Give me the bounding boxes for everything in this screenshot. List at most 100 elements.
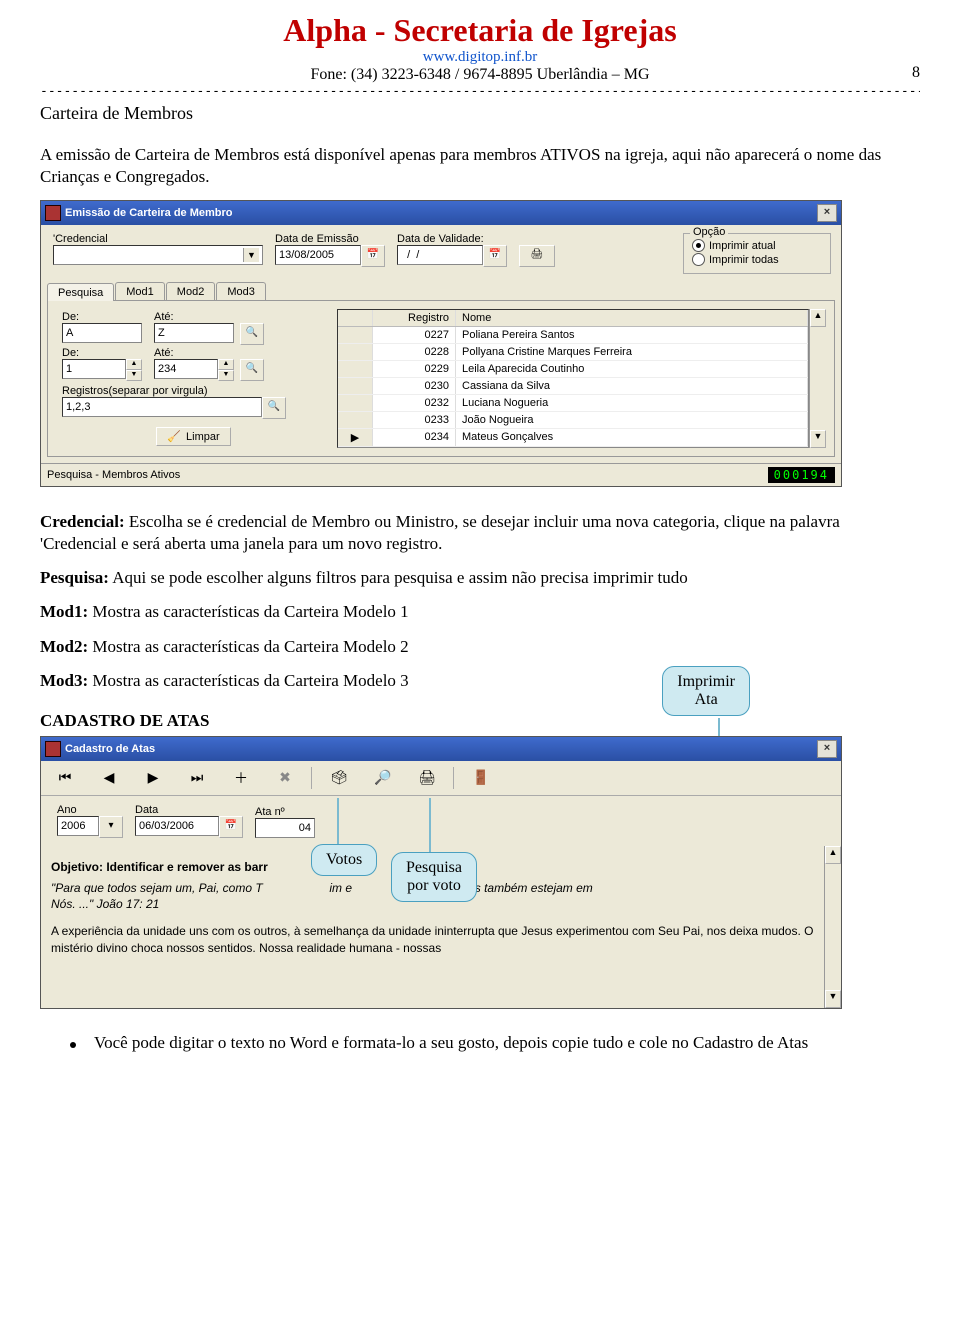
cell-nome: Cassiana da Silva [456, 378, 808, 394]
votes-icon[interactable]: 🗳 [325, 765, 353, 791]
cell-registro: 0228 [373, 344, 456, 360]
calendar-icon[interactable]: 📅 [483, 245, 507, 267]
radio-imprimir-todas[interactable]: Imprimir todas [692, 253, 822, 266]
data-emissao-input[interactable] [275, 245, 361, 265]
search-icon[interactable]: 🔍 [240, 323, 264, 345]
cell-nome: João Nogueira [456, 412, 808, 428]
nav-prev-icon[interactable]: ◀ [95, 765, 123, 791]
table-row[interactable]: 0227Poliana Pereira Santos [338, 327, 808, 344]
tab-mod3[interactable]: Mod3 [216, 282, 266, 300]
dialog-carteira: Emissão de Carteira de Membro × 'Credenc… [40, 200, 842, 487]
window-title: Emissão de Carteira de Membro [65, 207, 233, 219]
toolbar-separator [311, 767, 313, 789]
note-pesquisa-b: Pesquisa: [40, 568, 109, 587]
opcao-legend: Opção [690, 226, 728, 238]
page-number: 8 [912, 64, 920, 82]
credencial-combo[interactable]: ▼ [53, 245, 263, 265]
de2-input[interactable] [62, 359, 126, 379]
search-icon[interactable]: 🔍 [262, 397, 286, 419]
table-row[interactable]: 0232Luciana Nogueria [338, 395, 808, 412]
print-button[interactable]: 🖨 [519, 245, 555, 267]
radio-todas-label: Imprimir todas [709, 254, 779, 266]
tab-mod2[interactable]: Mod2 [166, 282, 216, 300]
calendar-icon[interactable]: 📅 [361, 245, 385, 267]
data-input[interactable] [135, 816, 219, 836]
close-button[interactable]: × [817, 204, 837, 222]
note-mod1-t: Mostra as características da Carteira Mo… [92, 602, 408, 621]
limpar-button[interactable]: 🧹 Limpar [156, 427, 230, 446]
limpar-label: Limpar [186, 431, 220, 443]
data-label: Data [135, 804, 243, 816]
ate1-input[interactable] [154, 323, 234, 343]
registros-input[interactable] [62, 397, 262, 417]
search-vote-icon[interactable]: 🔎 [369, 765, 397, 791]
col-nome[interactable]: Nome [456, 310, 808, 326]
atan-input[interactable] [255, 818, 315, 838]
ate2-input[interactable] [154, 359, 218, 379]
table-row[interactable]: 0233João Nogueira [338, 412, 808, 429]
calendar-icon[interactable]: 📅 [219, 816, 243, 838]
add-icon[interactable]: ＋ [227, 765, 255, 791]
spin-down-icon[interactable]: ▼ [218, 370, 234, 381]
note-mod1-b: Mod1: [40, 602, 88, 621]
year-picker-icon[interactable]: ▾ [99, 816, 123, 838]
scroll-up-icon[interactable]: ▲ [810, 309, 826, 327]
cell-nome: Mateus Gonçalves [456, 429, 808, 446]
de2-label: De: [62, 347, 142, 359]
spin-up-icon[interactable]: ▲ [218, 359, 234, 370]
credencial-label: 'Credencial [53, 233, 263, 245]
col-registro[interactable]: Registro [373, 310, 456, 326]
table-row[interactable]: 0229Leila Aparecida Coutinho [338, 361, 808, 378]
cell-nome: Leila Aparecida Coutinho [456, 361, 808, 377]
scroll-down-icon[interactable]: ▼ [810, 430, 826, 448]
de1-input[interactable] [62, 323, 142, 343]
spin-down-icon[interactable]: ▼ [126, 370, 142, 381]
print-ata-icon[interactable]: 🖨 [413, 765, 441, 791]
clear-icon: 🧹 [167, 430, 181, 443]
nav-first-icon[interactable]: ⏮ [51, 765, 79, 791]
search-icon[interactable]: 🔍 [240, 359, 264, 381]
row-marker [338, 327, 373, 343]
radio-on-icon [692, 239, 705, 252]
de1-label: De: [62, 311, 142, 323]
atas-scrollbar[interactable]: ▲ ▼ [824, 846, 841, 1008]
tab-mod1[interactable]: Mod1 [115, 282, 165, 300]
radio-atual-label: Imprimir atual [709, 240, 776, 252]
dialog-atas: Cadastro de Atas × ⏮ ◀ ▶ ⏭ ＋ ✖ 🗳 🔎 🖨 🚪 A… [40, 736, 842, 1009]
table-row[interactable]: ▶0234Mateus Gonçalves [338, 429, 808, 447]
chevron-down-icon[interactable]: ▼ [243, 248, 259, 262]
note-pesquisa-t: Aqui se pode escolher alguns filtros par… [112, 568, 688, 587]
titlebar-carteira: Emissão de Carteira de Membro × [41, 201, 841, 225]
note-mod3-b: Mod3: [40, 671, 88, 690]
scroll-up-icon[interactable]: ▲ [825, 846, 841, 864]
ano-input[interactable] [57, 816, 99, 836]
atas-paragraph: A experiência da unidade uns com os outr… [51, 923, 831, 957]
cadastro-atas-title: CADASTRO DE ATAS [40, 710, 920, 732]
data-validade-label: Data de Validade: [397, 233, 507, 245]
cell-registro: 0229 [373, 361, 456, 377]
cell-registro: 0233 [373, 412, 456, 428]
row-marker [338, 412, 373, 428]
scroll-down-icon[interactable]: ▼ [825, 990, 841, 1008]
close-button[interactable]: × [817, 740, 837, 758]
radio-imprimir-atual[interactable]: Imprimir atual [692, 239, 822, 252]
spin-up-icon[interactable]: ▲ [126, 359, 142, 370]
tab-pesquisa[interactable]: Pesquisa [47, 283, 114, 301]
members-grid[interactable]: Registro Nome 0227Poliana Pereira Santos… [337, 309, 809, 448]
exit-icon[interactable]: 🚪 [467, 765, 495, 791]
cell-registro: 0232 [373, 395, 456, 411]
row-marker [338, 378, 373, 394]
nav-next-icon[interactable]: ▶ [139, 765, 167, 791]
delete-icon[interactable]: ✖ [271, 765, 299, 791]
cell-nome: Poliana Pereira Santos [456, 327, 808, 343]
grid-scrollbar[interactable]: ▲ ▼ [809, 309, 826, 448]
nav-last-icon[interactable]: ⏭ [183, 765, 211, 791]
table-row[interactable]: 0230Cassiana da Silva [338, 378, 808, 395]
note-credencial-t: Escolha se é credencial de Membro ou Min… [40, 512, 840, 553]
table-row[interactable]: 0228Pollyana Cristine Marques Ferreira [338, 344, 808, 361]
registros-label: Registros(separar por virgula) [62, 385, 292, 397]
divider-line: ----------------------------------------… [40, 84, 920, 99]
data-validade-input[interactable] [397, 245, 483, 265]
header-url: www.digitop.inf.br [40, 49, 920, 66]
page-title: Alpha - Secretaria de Igrejas [40, 12, 920, 49]
